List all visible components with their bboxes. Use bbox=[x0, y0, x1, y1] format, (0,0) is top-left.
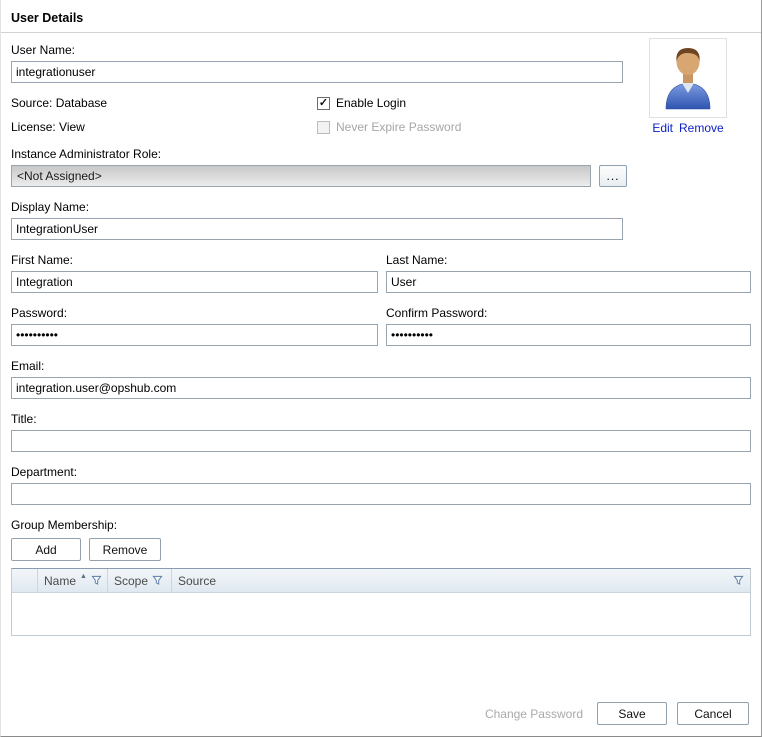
user-name-label: User Name: bbox=[11, 43, 751, 57]
grid-column-scope-label: Scope bbox=[114, 574, 148, 588]
avatar-links: Edit Remove bbox=[647, 121, 729, 135]
grid-column-source-label: Source bbox=[178, 574, 216, 588]
last-name-input[interactable] bbox=[386, 271, 751, 293]
never-expire-checkbox-row: Never Expire Password bbox=[317, 120, 461, 134]
source-text: Source: Database bbox=[11, 96, 317, 110]
avatar-edit-link[interactable]: Edit bbox=[652, 121, 673, 135]
last-name-label: Last Name: bbox=[386, 253, 751, 267]
never-expire-label: Never Expire Password bbox=[336, 120, 461, 134]
change-password-button[interactable]: Change Password bbox=[485, 707, 583, 721]
filter-icon[interactable] bbox=[91, 575, 102, 586]
first-name-column: First Name: bbox=[11, 240, 378, 293]
grid-column-icon bbox=[12, 569, 38, 592]
enable-login-checkbox[interactable]: ✓ bbox=[317, 97, 330, 110]
avatar-remove-link[interactable]: Remove bbox=[679, 121, 724, 135]
grid-column-name[interactable]: Name ▲ bbox=[38, 569, 108, 592]
user-avatar-section: Edit Remove bbox=[647, 38, 729, 135]
last-name-column: Last Name: bbox=[386, 240, 751, 293]
password-column: Password: bbox=[11, 293, 378, 346]
cancel-button[interactable]: Cancel bbox=[677, 702, 749, 725]
user-details-panel: User Details User Name: Source: Database… bbox=[0, 0, 762, 737]
footer-actions: Change Password Save Cancel bbox=[485, 702, 749, 725]
confirm-password-input[interactable] bbox=[386, 324, 751, 346]
grid-column-source[interactable]: Source bbox=[172, 569, 750, 592]
confirm-password-column: Confirm Password: bbox=[386, 293, 751, 346]
filter-icon[interactable] bbox=[733, 575, 744, 586]
person-icon bbox=[656, 45, 720, 111]
first-name-label: First Name: bbox=[11, 253, 378, 267]
department-input[interactable] bbox=[11, 483, 751, 505]
enable-login-checkbox-row: ✓ Enable Login bbox=[317, 96, 406, 110]
enable-login-label: Enable Login bbox=[336, 96, 406, 110]
grid-column-scope[interactable]: Scope bbox=[108, 569, 172, 592]
user-name-input[interactable] bbox=[11, 61, 623, 83]
source-row: Source: Database ✓ Enable Login bbox=[11, 96, 751, 110]
grid-body-empty bbox=[12, 593, 750, 635]
display-name-input[interactable] bbox=[11, 218, 623, 240]
group-membership-grid: Name ▲ Scope Source bbox=[11, 568, 751, 636]
instance-admin-role-row: <Not Assigned> ... bbox=[11, 165, 751, 187]
filter-icon[interactable] bbox=[152, 575, 163, 586]
group-membership-label: Group Membership: bbox=[11, 518, 751, 532]
sort-ascending-icon: ▲ bbox=[80, 573, 87, 580]
never-expire-checkbox[interactable] bbox=[317, 121, 330, 134]
email-input[interactable] bbox=[11, 377, 751, 399]
department-label: Department: bbox=[11, 465, 751, 479]
title-label: Title: bbox=[11, 412, 751, 426]
remove-group-button[interactable]: Remove bbox=[89, 538, 161, 561]
grid-column-name-label: Name bbox=[44, 574, 76, 588]
first-name-input[interactable] bbox=[11, 271, 378, 293]
title-separator bbox=[1, 32, 761, 33]
password-label: Password: bbox=[11, 306, 378, 320]
password-columns: Password: Confirm Password: bbox=[11, 293, 751, 346]
license-row: License: View Never Expire Password bbox=[11, 120, 751, 134]
confirm-password-label: Confirm Password: bbox=[386, 306, 751, 320]
add-group-button[interactable]: Add bbox=[11, 538, 81, 561]
role-browse-button[interactable]: ... bbox=[599, 165, 627, 187]
save-button[interactable]: Save bbox=[597, 702, 667, 725]
page-title: User Details bbox=[1, 0, 761, 32]
grid-header-row: Name ▲ Scope Source bbox=[12, 569, 750, 593]
user-avatar-image bbox=[649, 38, 727, 118]
license-text: License: View bbox=[11, 120, 317, 134]
instance-admin-role-field: <Not Assigned> bbox=[11, 165, 591, 187]
instance-admin-role-label: Instance Administrator Role: bbox=[11, 147, 751, 161]
title-input[interactable] bbox=[11, 430, 751, 452]
email-label: Email: bbox=[11, 359, 751, 373]
password-input[interactable] bbox=[11, 324, 378, 346]
name-columns: First Name: Last Name: bbox=[11, 240, 751, 293]
display-name-label: Display Name: bbox=[11, 200, 751, 214]
group-membership-buttons: Add Remove bbox=[11, 538, 751, 561]
